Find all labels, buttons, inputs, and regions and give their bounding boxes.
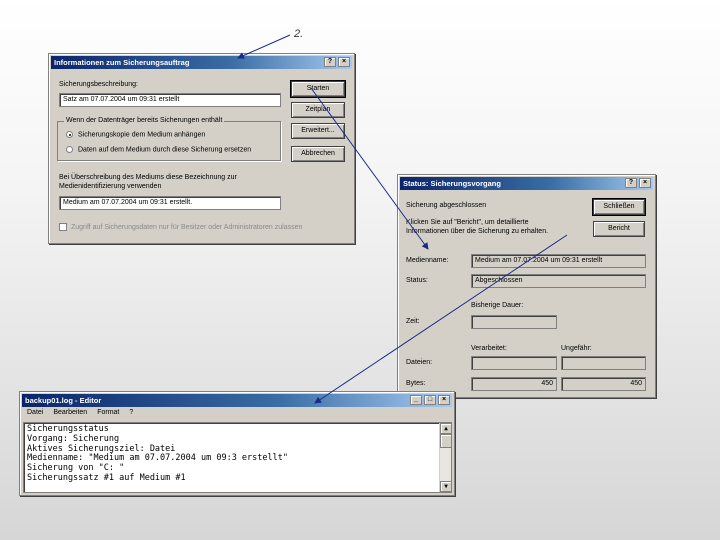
arrow-to-dialog (237, 34, 291, 59)
arrow-start-to-status (310, 87, 429, 250)
arrow-report-to-log (314, 234, 568, 404)
annotation-arrows (237, 34, 568, 404)
